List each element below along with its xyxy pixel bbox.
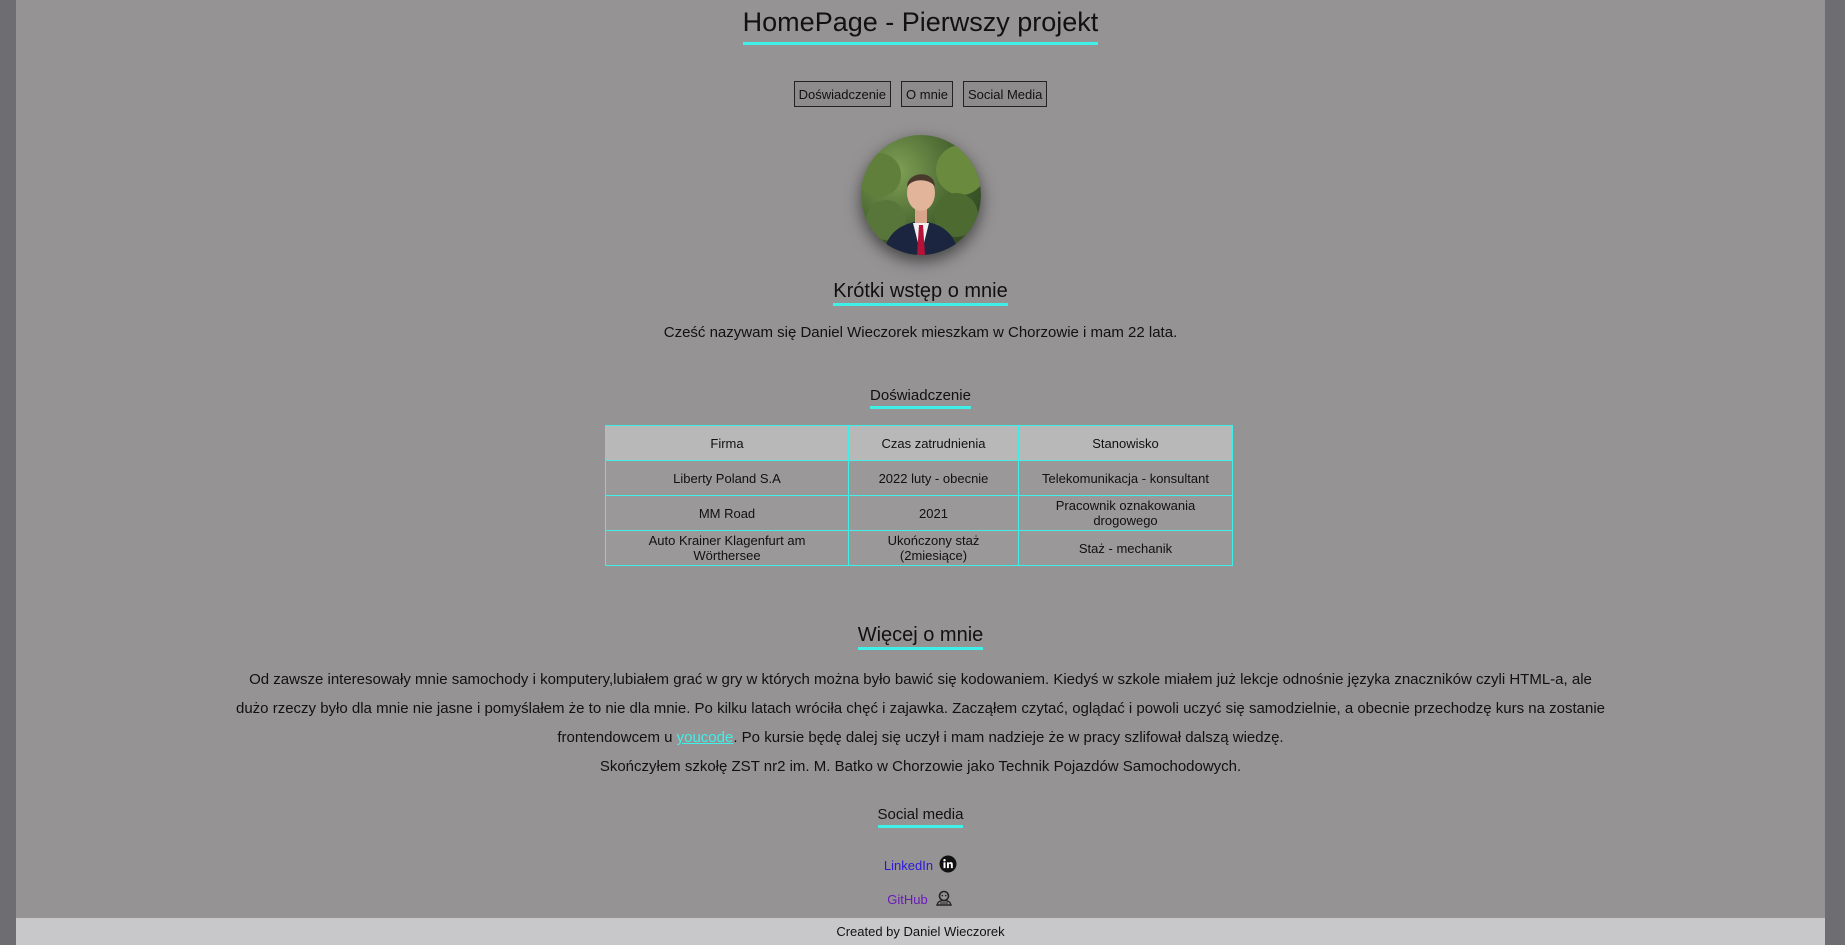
- table-cell: 2021: [848, 495, 1019, 531]
- table-cell: Staż - mechanik: [1018, 530, 1233, 566]
- social-row-github: GitHub: [16, 882, 1825, 916]
- table-cell: 2022 luty - obecnie: [848, 460, 1019, 496]
- github-link[interactable]: GitHub: [887, 892, 927, 907]
- table-row: Liberty Poland S.A 2022 luty - obecnie T…: [605, 460, 1233, 496]
- nav-button-experience[interactable]: Doświadczenie: [793, 81, 892, 107]
- about-section: Od zawsze interesowały mnie samochody i …: [236, 665, 1605, 781]
- page-title: HomePage - Pierwszy projekt: [742, 4, 1099, 45]
- experience-table: Firma Czas zatrudnienia Stanowisko Liber…: [605, 425, 1233, 566]
- experience-heading: Doświadczenie: [16, 386, 1825, 409]
- table-cell: Auto Krainer Klagenfurt am Wörthersee: [605, 530, 849, 566]
- avatar: [861, 135, 981, 255]
- github-icon[interactable]: [934, 889, 954, 910]
- social-heading: Social media: [16, 805, 1825, 828]
- footer: Created by Daniel Wieczorek: [16, 918, 1825, 945]
- nav-button-social-media[interactable]: Social Media: [962, 81, 1048, 107]
- table-cell: Liberty Poland S.A: [605, 460, 849, 496]
- right-margin: [1825, 0, 1845, 945]
- column-header-company: Firma: [605, 425, 849, 461]
- youcode-link[interactable]: youcode: [677, 729, 734, 746]
- nav-button-about[interactable]: O mnie: [901, 81, 953, 107]
- intro-heading: Krótki wstęp o mnie: [16, 279, 1825, 306]
- page: HomePage - Pierwszy projekt Doświadczeni…: [16, 0, 1825, 945]
- intro-text: Cześć nazywam się Daniel Wieczorek miesz…: [663, 324, 1178, 341]
- column-header-duration: Czas zatrudnienia: [848, 425, 1019, 461]
- page-header: HomePage - Pierwszy projekt: [16, 4, 1825, 45]
- table-row: MM Road 2021 Pracownik oznakowania drogo…: [605, 495, 1233, 531]
- table-cell: Pracownik oznakowania drogowego: [1018, 495, 1233, 531]
- nav-bar: Doświadczenie O mnie Social Media: [16, 81, 1825, 107]
- about-heading: Więcej o mnie: [16, 623, 1825, 650]
- linkedin-icon[interactable]: [939, 855, 957, 876]
- social-row-linkedin: LinkedIn: [16, 848, 1825, 882]
- table-cell: Ukończony staż (2miesiące): [848, 530, 1019, 566]
- about-paragraph: Od zawsze interesowały mnie samochody i …: [236, 671, 1605, 746]
- linkedin-link[interactable]: LinkedIn: [884, 858, 933, 873]
- table-header-row: Firma Czas zatrudnienia Stanowisko: [605, 425, 1233, 461]
- social-links: LinkedIn GitHub: [16, 848, 1825, 916]
- table-row: Auto Krainer Klagenfurt am Wörthersee Uk…: [605, 530, 1233, 566]
- table-cell: Telekomunikacja - konsultant: [1018, 460, 1233, 496]
- column-header-position: Stanowisko: [1018, 425, 1233, 461]
- footer-text: Created by Daniel Wieczorek: [836, 924, 1005, 939]
- table-cell: MM Road: [605, 495, 849, 531]
- school-text: Skończyłem szkołę ZST nr2 im. M. Batko w…: [599, 758, 1242, 775]
